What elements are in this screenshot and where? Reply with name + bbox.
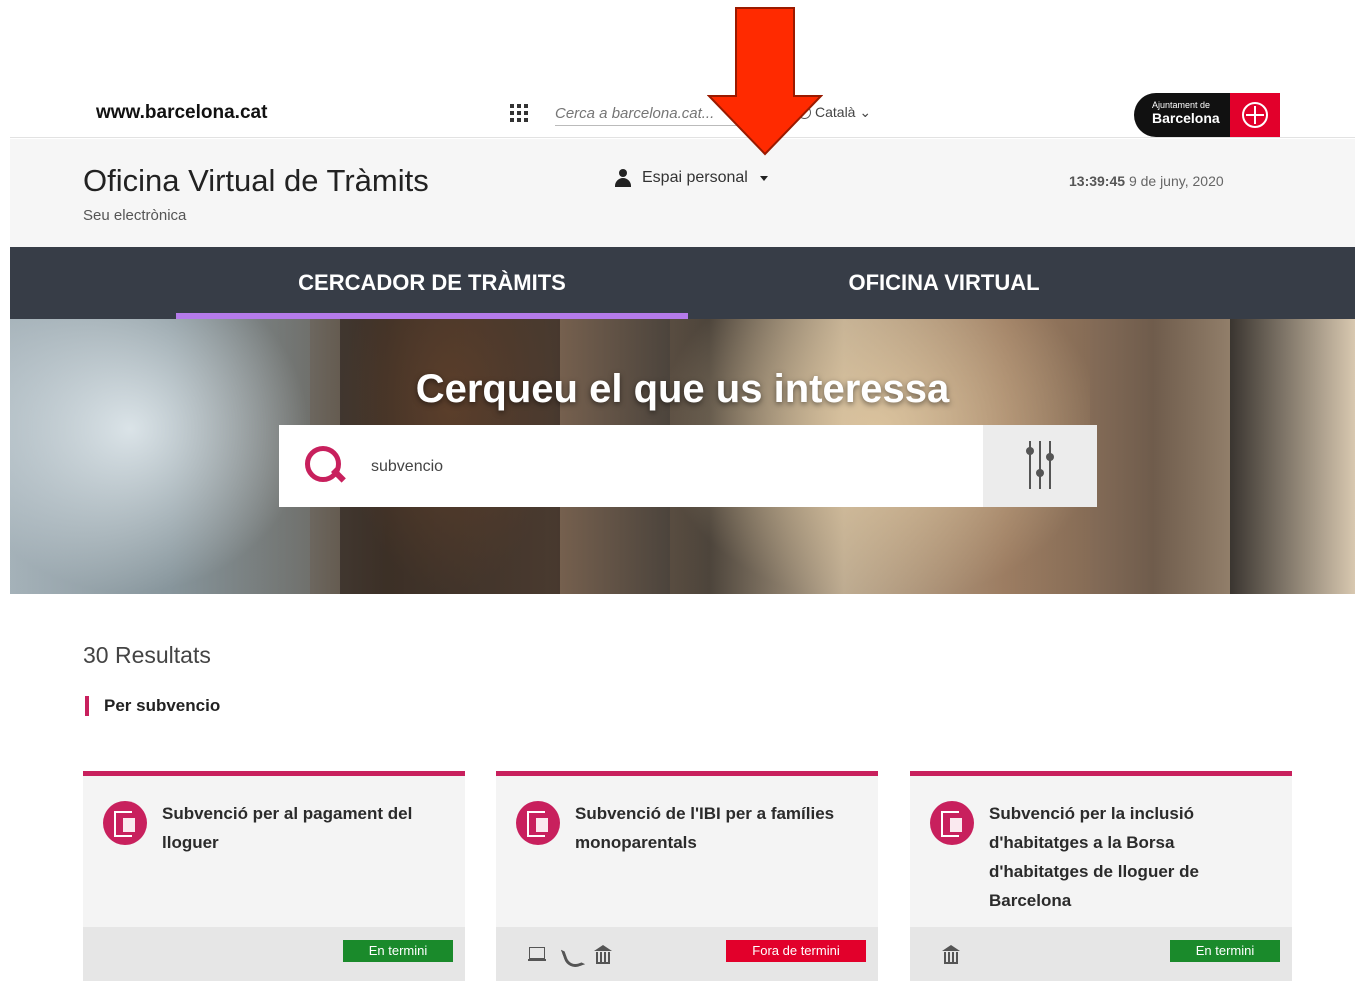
result-card[interactable]: Subvenció per al pagament del lloguer En… [83, 771, 465, 981]
hero-banner: Cerqueu el que us interessa [10, 319, 1355, 594]
result-card-footer: En termini [83, 927, 465, 981]
housing-icon [103, 801, 147, 845]
annotation-arrow-icon [707, 7, 823, 156]
result-card-title[interactable]: Subvenció de l'IBI per a famílies monopa… [575, 799, 860, 857]
tab-cercador-tramits[interactable]: CERCADOR DE TRÀMITS [176, 247, 688, 319]
housing-icon [930, 801, 974, 845]
page-header: Oficina Virtual de Tràmits Seu electròni… [10, 139, 1355, 247]
status-badge: En termini [1170, 940, 1280, 962]
personal-space-label: Espai personal [642, 169, 748, 186]
result-card-footer: Fora de termini [496, 927, 878, 981]
top-bar: www.barcelona.cat Català ⌄ Ajuntament de… [10, 90, 1355, 138]
result-card[interactable]: Subvenció per la inclusió d'habitatges a… [910, 771, 1292, 981]
tab-oficina-virtual[interactable]: OFICINA VIRTUAL [688, 247, 1200, 319]
phone-icon [562, 945, 580, 963]
hero-title: Cerqueu el que us interessa [415, 367, 950, 411]
page-title: Oficina Virtual de Tràmits [83, 163, 429, 198]
procedure-search-input[interactable] [371, 453, 971, 481]
clock-date: 9 de juny, 2020 [1128, 173, 1224, 189]
page-subtitle: Seu electrònica [83, 207, 187, 224]
ajuntament-logo[interactable]: Ajuntament de Barcelona [1134, 93, 1280, 137]
main-nav: CERCADOR DE TRÀMITS OFICINA VIRTUAL [10, 247, 1355, 319]
results-count: 30 Resultats [83, 642, 211, 668]
logo-small-text: Ajuntament de [1152, 100, 1211, 110]
building-icon [594, 945, 612, 964]
search-icon[interactable] [305, 446, 343, 486]
result-card-title[interactable]: Subvenció per al pagament del lloguer [162, 799, 447, 857]
chevron-down-icon: ⌄ [859, 104, 872, 120]
filters-button[interactable] [983, 425, 1097, 507]
result-card-footer: En termini [910, 927, 1292, 981]
laptop-icon [528, 945, 546, 963]
logo-big-text: Barcelona [1152, 110, 1220, 126]
status-badge: Fora de termini [726, 940, 866, 962]
barcelona-site-link[interactable]: www.barcelona.cat [96, 102, 267, 124]
procedure-search-box [279, 425, 1097, 507]
user-icon [614, 169, 632, 187]
hero-photo [10, 319, 310, 594]
datetime: 13:39:45 9 de juny, 2020 [1069, 173, 1224, 189]
result-card[interactable]: Subvenció de l'IBI per a famílies monopa… [496, 771, 878, 981]
caret-down-icon [759, 175, 768, 181]
status-badge: En termini [343, 940, 453, 962]
clock-time: 13:39:45 [1069, 173, 1126, 189]
personal-space-menu[interactable]: Espai personal [614, 169, 768, 187]
housing-icon [516, 801, 560, 845]
apps-grid-icon[interactable] [510, 104, 528, 122]
hero-photo-detail [1230, 319, 1355, 594]
city-shield-icon [1230, 93, 1280, 137]
building-icon [942, 945, 960, 964]
active-filter-label: Per subvencio [85, 696, 220, 716]
result-card-title[interactable]: Subvenció per la inclusió d'habitatges a… [989, 799, 1274, 915]
